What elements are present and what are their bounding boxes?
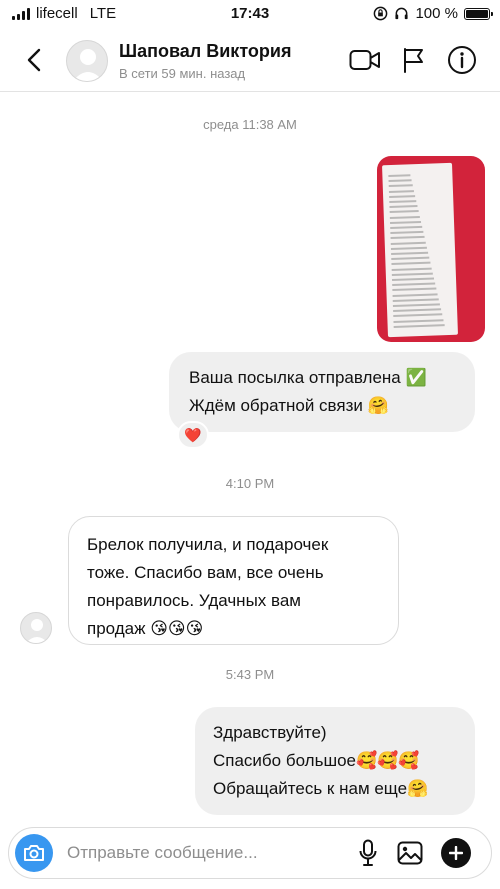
photo-message[interactable] [377,156,485,342]
receipt-line [389,205,418,209]
contact-name[interactable]: Шаповал Виктория [119,41,291,62]
receipt-line [393,313,443,318]
receipt-line [389,194,416,198]
receipt-line [389,220,422,224]
report-button[interactable] [398,44,430,76]
receipt-line [390,246,427,250]
add-button[interactable] [441,838,471,868]
receipt-line [392,303,440,307]
receipt-line [391,272,433,276]
voice-message-button[interactable] [353,838,383,868]
receipt-line [393,318,444,323]
receipt-line [388,179,412,183]
microphone-icon [359,839,377,866]
receipt-line [391,267,432,271]
sender-avatar[interactable] [20,612,52,644]
message-line: Ваша посылка отправлена ✅ [189,368,427,387]
message-line: понравилось. Удачных вам [87,591,301,610]
receipt-line [392,293,438,297]
receipt-line [390,236,425,240]
receipt-line [392,282,436,287]
receipt-line [393,308,442,313]
default-avatar-icon [25,619,49,643]
receipt-line [389,210,419,214]
camera-button[interactable] [15,834,53,872]
receipt-line [392,298,439,302]
orientation-lock-icon [374,6,388,21]
outgoing-message[interactable]: Ваша посылка отправлена ✅ Ждём обратной … [169,352,475,432]
receipt-line [389,215,420,219]
add-icon [449,846,463,860]
gallery-button[interactable] [395,838,425,868]
headphones-icon [395,7,409,20]
receipt-line [392,287,437,292]
incoming-message[interactable]: Брелок получила, и подарочек тоже. Спаси… [68,516,399,645]
receipt-line [391,251,429,256]
message-composer [8,827,492,879]
receipt-line [391,256,430,261]
video-call-button[interactable] [349,44,381,76]
default-avatar-icon [73,49,103,81]
video-call-icon [349,50,380,70]
message-line: Спасибо большое🥰🥰🥰 [213,751,420,770]
chat-header: Шаповал Виктория В сети 59 мин. назад [0,28,500,92]
message-input[interactable] [67,840,337,866]
battery-label: 100 % [415,5,458,22]
contact-status: В сети 59 мин. назад [119,66,246,81]
message-line: Здравствуйте) [213,723,327,742]
battery-fill [466,9,488,18]
status-right: 100 % [373,5,493,22]
message-line: Обращайтесь к нам еще🤗 [213,779,429,798]
back-icon [27,48,41,72]
message-line: Ждём обратной связи 🤗 [189,396,389,415]
receipt-line [393,323,445,328]
receipt-line [390,225,423,230]
receipt-line [391,277,435,281]
receipt-line [388,174,411,178]
back-button[interactable] [20,44,48,76]
flag-icon [404,48,423,73]
battery-icon [464,7,493,20]
heart-reaction[interactable]: ❤️ [177,421,209,449]
receipt-line [388,189,414,193]
message-line: тоже. Спасибо вам, все очень [87,563,324,582]
message-line: Брелок получила, и подарочек [87,535,329,554]
info-button[interactable] [446,44,478,76]
gallery-icon [397,841,423,865]
receipt-line [390,241,426,245]
receipt-photo-icon [382,162,458,338]
chat-timestamp: 4:10 PM [225,476,275,491]
receipt-line [388,184,413,188]
chat-timestamp: среда 11:38 AM [203,117,297,132]
outgoing-message[interactable]: Здравствуйте) Спасибо большое🥰🥰🥰 Обращай… [195,707,475,815]
camera-icon [24,845,44,861]
chat-timestamp: 5:43 PM [225,667,275,682]
receipt-line [389,200,417,204]
status-bar: lifecell LTE 17:43 100 % [0,0,500,28]
heart-icon: ❤️ [184,427,202,443]
contact-avatar[interactable] [66,40,108,82]
info-icon [448,46,476,74]
receipt-line [390,231,424,235]
message-line: продаж 😘😘😘 [87,619,204,638]
receipt-line [391,262,431,266]
